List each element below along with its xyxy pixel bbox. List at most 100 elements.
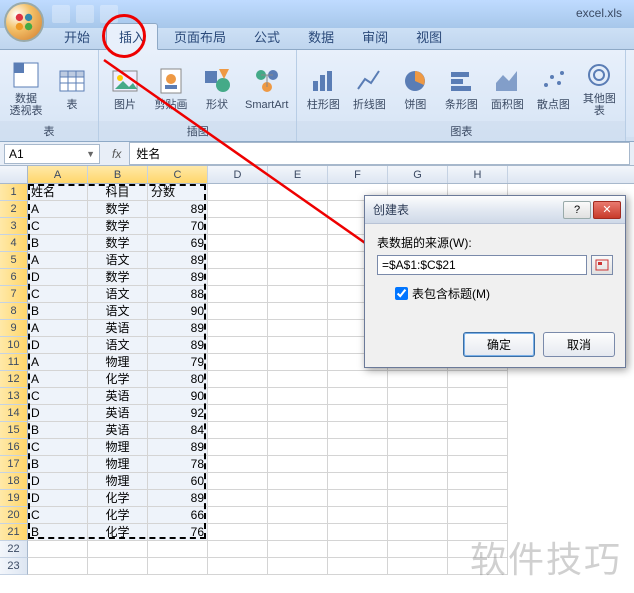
cell[interactable] (388, 456, 448, 473)
qat-save[interactable] (52, 5, 70, 23)
cell[interactable] (208, 405, 268, 422)
cell[interactable] (208, 320, 268, 337)
cell[interactable] (268, 473, 328, 490)
cell[interactable] (208, 201, 268, 218)
select-all-corner[interactable] (0, 166, 28, 183)
cell[interactable]: 92 (148, 405, 208, 422)
cell[interactable] (208, 507, 268, 524)
cell[interactable] (268, 558, 328, 575)
dialog-close-button[interactable]: ✕ (593, 201, 621, 219)
cell[interactable] (208, 184, 268, 201)
cell[interactable] (268, 388, 328, 405)
cell[interactable] (268, 507, 328, 524)
cell[interactable] (268, 269, 328, 286)
col-header-H[interactable]: H (448, 166, 508, 183)
cell[interactable]: C (28, 388, 88, 405)
cell[interactable]: 数学 (88, 218, 148, 235)
cell[interactable]: 语文 (88, 286, 148, 303)
row-header[interactable]: 5 (0, 252, 28, 269)
ribbon-table-button[interactable]: 表 (50, 63, 94, 113)
cell[interactable] (268, 252, 328, 269)
cell[interactable]: 英语 (88, 388, 148, 405)
cell[interactable]: B (28, 524, 88, 541)
row-header[interactable]: 3 (0, 218, 28, 235)
cell[interactable]: 物理 (88, 354, 148, 371)
cell[interactable] (448, 371, 508, 388)
cell[interactable] (208, 269, 268, 286)
cell[interactable] (388, 388, 448, 405)
cell[interactable]: D (28, 473, 88, 490)
ribbon-line-button[interactable]: 折线图 (347, 63, 391, 113)
cell[interactable] (328, 405, 388, 422)
col-header-G[interactable]: G (388, 166, 448, 183)
cell[interactable]: D (28, 490, 88, 507)
col-header-E[interactable]: E (268, 166, 328, 183)
cell[interactable] (268, 218, 328, 235)
cell[interactable] (328, 439, 388, 456)
cell[interactable]: 科目 (88, 184, 148, 201)
row-header[interactable]: 15 (0, 422, 28, 439)
row-header[interactable]: 18 (0, 473, 28, 490)
cell[interactable] (328, 541, 388, 558)
cell[interactable] (208, 235, 268, 252)
cell[interactable] (388, 371, 448, 388)
cell[interactable] (268, 184, 328, 201)
row-header[interactable]: 22 (0, 541, 28, 558)
ribbon-hbar-button[interactable]: 条形图 (439, 63, 483, 113)
cell[interactable] (388, 541, 448, 558)
cell[interactable] (208, 337, 268, 354)
cell[interactable]: 89 (148, 439, 208, 456)
dialog-titlebar[interactable]: 创建表 ? ✕ (365, 196, 625, 224)
cell[interactable] (208, 354, 268, 371)
cell[interactable]: B (28, 303, 88, 320)
cell[interactable] (208, 456, 268, 473)
ok-button[interactable]: 确定 (463, 332, 535, 357)
col-header-D[interactable]: D (208, 166, 268, 183)
cell[interactable] (388, 558, 448, 575)
cell[interactable] (268, 354, 328, 371)
cell[interactable]: B (28, 235, 88, 252)
ribbon-shapes-button[interactable]: 形状 (195, 63, 239, 113)
cell[interactable] (268, 235, 328, 252)
row-header[interactable]: 11 (0, 354, 28, 371)
cell[interactable] (268, 490, 328, 507)
cell[interactable]: 66 (148, 507, 208, 524)
row-header[interactable]: 4 (0, 235, 28, 252)
cell[interactable]: 84 (148, 422, 208, 439)
cell[interactable] (388, 524, 448, 541)
ribbon-bar-button[interactable]: 柱形图 (301, 63, 345, 113)
cell[interactable] (28, 541, 88, 558)
row-header[interactable]: 9 (0, 320, 28, 337)
cell[interactable]: 数学 (88, 201, 148, 218)
cell[interactable]: 英语 (88, 405, 148, 422)
cell[interactable]: B (28, 422, 88, 439)
cell[interactable] (448, 422, 508, 439)
cell[interactable]: C (28, 439, 88, 456)
cell[interactable]: 数学 (88, 269, 148, 286)
cell[interactable]: 物理 (88, 439, 148, 456)
cell[interactable]: 79 (148, 354, 208, 371)
cell[interactable] (448, 439, 508, 456)
row-header[interactable]: 7 (0, 286, 28, 303)
cell[interactable] (328, 473, 388, 490)
cell[interactable] (268, 422, 328, 439)
office-button[interactable] (4, 2, 44, 42)
cell[interactable]: 89 (148, 490, 208, 507)
row-header[interactable]: 23 (0, 558, 28, 575)
cell[interactable] (268, 371, 328, 388)
dialog-help-button[interactable]: ? (563, 201, 591, 219)
row-header[interactable]: 16 (0, 439, 28, 456)
cell[interactable] (208, 439, 268, 456)
cell[interactable] (328, 388, 388, 405)
cell[interactable]: 78 (148, 456, 208, 473)
cell[interactable] (448, 507, 508, 524)
row-header[interactable]: 14 (0, 405, 28, 422)
cell[interactable] (328, 558, 388, 575)
cell[interactable]: 80 (148, 371, 208, 388)
cell[interactable] (328, 371, 388, 388)
ribbon-smartart-button[interactable]: SmartArt (241, 63, 292, 113)
cell[interactable]: C (28, 218, 88, 235)
cell[interactable]: A (28, 320, 88, 337)
fx-icon[interactable]: fx (104, 147, 129, 161)
qat-redo[interactable] (100, 5, 118, 23)
